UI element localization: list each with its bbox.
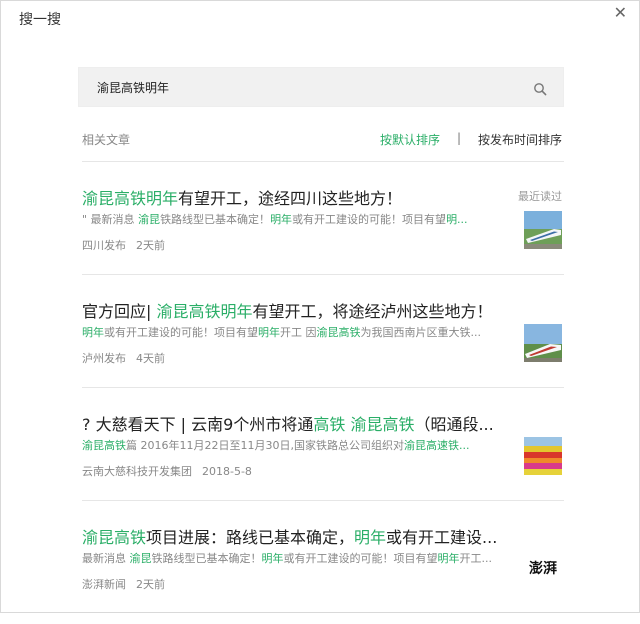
text-segment: 有望开工，途经四川这些地方！ xyxy=(178,189,403,208)
text-segment: 为我国西南片区重大铁... xyxy=(360,326,482,339)
result-meta: 四川发布 2天前 xyxy=(82,237,165,253)
flower-field-thumbnail xyxy=(524,437,562,475)
text-segment: 篇 2016年11月22日至11月30日,国家铁路总公司组织对 xyxy=(126,439,404,452)
result-item[interactable]: 渝昆高铁明年有望开工，途经四川这些地方！ " 最新消息 渝昆铁路线型已基本确定！… xyxy=(82,185,564,285)
highlight-keyword: 渝昆高铁 xyxy=(82,528,147,547)
result-time: 2天前 xyxy=(136,578,165,591)
search-box xyxy=(78,67,564,107)
result-time: 2018-5-8 xyxy=(202,465,252,478)
title-bar: 搜一搜 ✕ xyxy=(1,1,639,37)
highlight-keyword: 渝昆高铁 xyxy=(350,415,415,434)
result-title: 渝昆高铁明年有望开工，途经四川这些地方！ xyxy=(82,185,512,209)
highlight-keyword: 渝昆 xyxy=(138,213,161,226)
recently-read-badge: 最近读过 xyxy=(518,190,562,203)
highlight-keyword: 高铁 xyxy=(313,415,346,434)
highlight-keyword: 渝昆高铁 xyxy=(316,326,361,339)
highlight-keyword: 渝昆高速铁... xyxy=(403,439,470,452)
text-segment: 或有开工建设的可能！项目有望 xyxy=(292,213,447,226)
sort-by-time-button[interactable]: 按发布时间排序 xyxy=(478,131,562,148)
search-icon[interactable] xyxy=(533,82,547,96)
text-segment: 开工 因 xyxy=(280,326,317,339)
result-title: 渝昆高铁项目进展：路线已基本确定，明年或有开工建设... xyxy=(82,524,512,548)
text-segment: 开工... xyxy=(459,552,493,565)
divider xyxy=(82,274,564,275)
result-source: 四川发布 xyxy=(82,239,126,252)
sort-separator: | xyxy=(457,131,462,145)
divider xyxy=(82,500,564,501)
highlight-keyword: 明年 xyxy=(82,326,104,339)
text-segment: 铁路线型已基本确定！ xyxy=(151,552,262,565)
result-time: 4天前 xyxy=(136,352,165,365)
text-segment: （昭通段... xyxy=(414,415,494,434)
result-snippet: " 最新消息 渝昆铁路线型已基本确定！明年或有开工建设的可能！项目有望明... xyxy=(82,211,502,227)
highlight-keyword: 渝昆 xyxy=(129,552,152,565)
search-input[interactable] xyxy=(97,79,517,95)
result-item[interactable]: 渝昆高铁项目进展：路线已基本确定，明年或有开工建设... 最新消息 渝昆铁路线型… xyxy=(82,524,564,624)
result-snippet: 渝昆高铁篇 2016年11月22日至11月30日,国家铁路总公司组织对渝昆高速铁… xyxy=(82,437,502,453)
highlight-keyword: 渝昆高铁 xyxy=(82,439,126,452)
result-item[interactable]: ? 大慈看天下 | 云南9个州市将通高铁 渝昆高铁（昭通段... 渝昆高铁篇 2… xyxy=(82,411,564,511)
result-time: 2天前 xyxy=(136,239,165,252)
highlight-keyword: 明年 xyxy=(261,552,284,565)
result-title: 官方回应| 渝昆高铁明年有望开工，将途经泸州这些地方！ xyxy=(82,298,512,322)
sort-default-button[interactable]: 按默认排序 xyxy=(380,131,440,148)
text-segment: 项目进展：路线已基本确定， xyxy=(146,528,355,547)
highlight-keyword: 明年 xyxy=(354,528,387,547)
divider xyxy=(82,387,564,388)
text-segment: 最新消息 xyxy=(82,552,130,565)
result-snippet: 明年或有开工建设的可能！项目有望明年开工 因渝昆高铁为我国西南片区重大铁... xyxy=(82,324,502,340)
text-segment: 或有开工建设的可能！项目有望 xyxy=(283,552,438,565)
result-snippet: 最新消息 渝昆铁路线型已基本确定！明年或有开工建设的可能！项目有望明年开工... xyxy=(82,550,502,566)
sort-bar: 相关文章 按默认排序 | 按发布时间排序 xyxy=(82,131,564,147)
divider xyxy=(82,161,564,162)
result-source: 澎湃新闻 xyxy=(82,578,126,591)
result-source: 云南大慈科技开发集团 xyxy=(82,465,192,478)
text-segment: " 最新消息 xyxy=(82,213,139,226)
related-articles-label: 相关文章 xyxy=(82,133,131,147)
result-source: 泸州发布 xyxy=(82,352,126,365)
highlight-keyword: 渝昆高铁明年 xyxy=(82,189,179,208)
highlight-keyword: 明年 xyxy=(270,213,293,226)
result-title: ? 大慈看天下 | 云南9个州市将通高铁 渝昆高铁（昭通段... xyxy=(82,411,512,435)
close-icon[interactable]: ✕ xyxy=(614,5,627,21)
high-speed-train-thumbnail xyxy=(524,211,562,249)
text-segment: 或有开工建设... xyxy=(386,528,498,547)
highlight-keyword: 明年 xyxy=(258,326,280,339)
text-segment: 铁路线型已基本确定！ xyxy=(160,213,271,226)
high-speed-train-thumbnail xyxy=(524,324,562,362)
result-meta: 泸州发布 4天前 xyxy=(82,350,165,366)
result-meta: 云南大慈科技开发集团 2018-5-8 xyxy=(82,463,252,479)
window-title: 搜一搜 xyxy=(19,12,61,28)
pengpai-logo-thumbnail: 澎湃 xyxy=(524,550,562,588)
search-window: 搜一搜 ✕ 相关文章 按默认排序 | 按发布时间排序 渝昆高铁明年有望开工，途经… xyxy=(0,0,640,613)
result-item[interactable]: 官方回应| 渝昆高铁明年有望开工，将途经泸州这些地方！ 明年或有开工建设的可能！… xyxy=(82,298,564,398)
highlight-keyword: 渝昆高铁明年 xyxy=(156,302,253,321)
text-segment: 或有开工建设的可能！项目有望 xyxy=(104,326,258,339)
text-segment: ? 大慈看天下 | 云南9个州市将通 xyxy=(82,415,314,434)
highlight-keyword: 明年 xyxy=(437,552,460,565)
text-segment: 有望开工，将途经泸州这些地方！ xyxy=(252,302,493,321)
text-segment: 官方回应| xyxy=(82,302,157,321)
result-meta: 澎湃新闻 2天前 xyxy=(82,576,165,592)
pengpai-logo-text: 澎湃 xyxy=(529,561,557,577)
highlight-keyword: 明... xyxy=(446,213,468,226)
